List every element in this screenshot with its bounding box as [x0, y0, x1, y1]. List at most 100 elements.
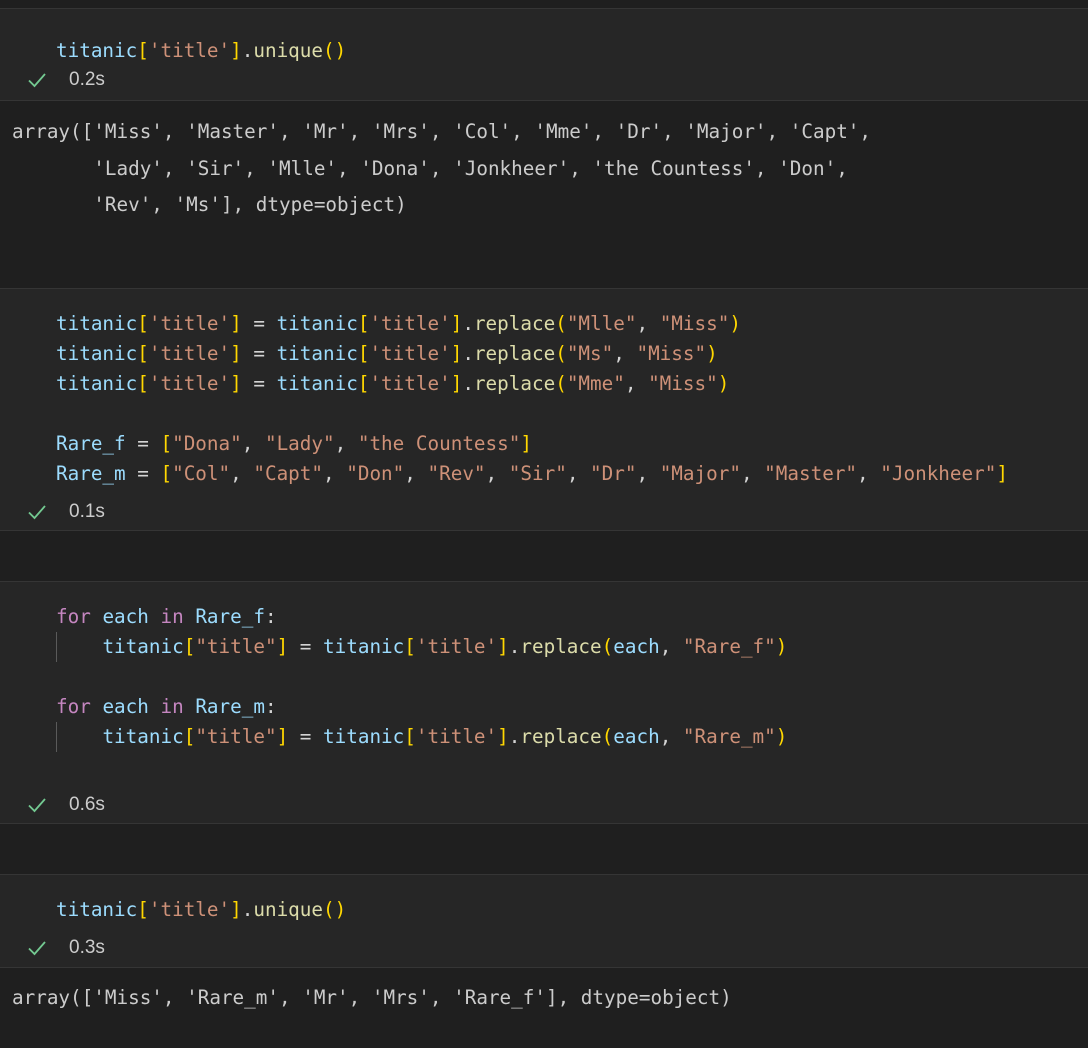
- code-token: "Rare_m": [682, 725, 776, 748]
- code-token: .: [508, 725, 521, 748]
- code-line[interactable]: titanic['title'] = titanic['title'].repl…: [56, 309, 1008, 339]
- code-token: [: [137, 39, 149, 62]
- execution-time: 0.1s: [69, 501, 105, 522]
- execution-status: 0.3s: [26, 936, 105, 960]
- code-token: .: [508, 635, 521, 658]
- code-token: 'title': [148, 342, 231, 365]
- code-token: ]: [996, 462, 1008, 485]
- code-token: =: [288, 725, 324, 748]
- execution-status: 0.2s: [26, 68, 105, 92]
- code-token: 'title': [369, 312, 451, 335]
- code-editor[interactable]: titanic['title'] = titanic['title'].repl…: [56, 309, 1008, 489]
- output-line: 'Rev', 'Ms'], dtype=object): [12, 193, 407, 216]
- code-line[interactable]: Rare_m = ["Col", "Capt", "Don", "Rev", "…: [56, 459, 1008, 489]
- notebook: titanic['title'].unique() 0.2s array(['M…: [0, 0, 1088, 1048]
- code-token: 'title': [148, 312, 231, 335]
- check-icon: [28, 505, 46, 520]
- code-token: ,: [241, 432, 265, 455]
- code-token: titanic: [323, 725, 405, 748]
- code-token: [: [404, 725, 416, 748]
- code-token: each: [102, 605, 149, 628]
- code-cell-3[interactable]: for each in Rare_f: titanic["title"] = t…: [0, 581, 1088, 824]
- code-line[interactable]: for each in Rare_f:: [56, 602, 787, 632]
- code-token: replace: [520, 635, 602, 658]
- code-token: ,: [230, 462, 254, 485]
- code-token: ,: [566, 462, 591, 485]
- code-token: ]: [276, 725, 289, 748]
- check-icon: [28, 941, 46, 956]
- code-line[interactable]: titanic['title'] = titanic['title'].repl…: [56, 339, 1008, 369]
- code-line[interactable]: for each in Rare_m:: [56, 692, 787, 722]
- code-token: :: [264, 695, 277, 718]
- code-token: [: [404, 635, 416, 658]
- code-token: [: [160, 432, 173, 455]
- code-line[interactable]: titanic["title"] = titanic['title'].repl…: [56, 632, 787, 662]
- code-token: .: [462, 342, 474, 365]
- code-token: unique: [253, 898, 324, 921]
- code-editor[interactable]: titanic['title'].unique(): [56, 895, 346, 925]
- code-token: titanic: [56, 898, 138, 921]
- check-icon: [28, 73, 46, 88]
- code-token: "the Countess": [357, 432, 521, 455]
- code-token: "Jonkheer": [880, 462, 997, 485]
- code-token: 'title': [415, 725, 498, 748]
- code-token: [: [183, 635, 196, 658]
- code-cell-1[interactable]: titanic['title'].unique() 0.2s: [0, 8, 1088, 101]
- code-token: [: [160, 462, 173, 485]
- code-cell-4[interactable]: titanic['title'].unique() 0.3s: [0, 874, 1088, 968]
- code-token: Rare_m: [56, 462, 126, 485]
- code-line[interactable]: [56, 399, 1008, 429]
- code-token: [: [137, 342, 149, 365]
- code-token: titanic: [276, 342, 358, 365]
- code-token: titanic: [276, 312, 358, 335]
- execution-time: 0.6s: [69, 794, 105, 815]
- indent-guide: [56, 632, 57, 662]
- code-token: [: [183, 725, 196, 748]
- code-token: titanic: [102, 725, 184, 748]
- code-token: "Mlle": [566, 312, 637, 335]
- execution-time: 0.2s: [69, 69, 105, 90]
- output-line: 'Lady', 'Sir', 'Mlle', 'Dona', 'Jonkheer…: [12, 156, 848, 180]
- execution-status: 0.6s: [26, 793, 105, 817]
- code-token: ]: [230, 372, 242, 395]
- code-token: "Miss": [636, 342, 707, 365]
- code-token: ,: [636, 462, 660, 485]
- code-token: each: [102, 695, 149, 718]
- code-token: ,: [659, 635, 683, 658]
- code-token: :: [264, 605, 277, 628]
- code-cell-2[interactable]: titanic['title'] = titanic['title'].repl…: [0, 288, 1088, 531]
- code-line[interactable]: titanic["title"] = titanic['title'].repl…: [56, 722, 787, 752]
- code-token: (: [555, 372, 567, 395]
- code-token: ]: [450, 312, 463, 335]
- code-token: =: [125, 462, 161, 485]
- code-token: (: [555, 312, 567, 335]
- code-token: titanic: [102, 635, 184, 658]
- code-line[interactable]: Rare_f = ["Dona", "Lady", "the Countess"…: [56, 429, 1008, 459]
- code-line[interactable]: [56, 662, 787, 692]
- code-line[interactable]: titanic['title'].unique(): [56, 36, 346, 66]
- code-token: ,: [613, 342, 637, 365]
- code-line[interactable]: titanic['title'].unique(): [56, 895, 346, 925]
- code-token: ,: [485, 462, 509, 485]
- code-token: titanic: [56, 372, 138, 395]
- code-token: replace: [473, 312, 556, 335]
- code-token: "Rare_f": [682, 635, 776, 658]
- code-token: .: [241, 39, 254, 62]
- code-editor[interactable]: for each in Rare_f: titanic["title"] = t…: [56, 602, 787, 752]
- code-token: ]: [497, 725, 509, 748]
- code-token: [: [137, 312, 149, 335]
- code-token: in: [160, 605, 184, 628]
- code-token: "Lady": [264, 432, 335, 455]
- code-editor[interactable]: titanic['title'].unique(): [56, 36, 346, 66]
- code-line[interactable]: titanic['title'] = titanic['title'].repl…: [56, 369, 1008, 399]
- code-token: "Miss": [659, 312, 730, 335]
- code-token: "Capt": [253, 462, 324, 485]
- code-token: ,: [404, 462, 428, 485]
- code-token: Rare_f: [56, 432, 126, 455]
- code-token: ,: [624, 372, 649, 395]
- code-token: ]: [230, 898, 242, 921]
